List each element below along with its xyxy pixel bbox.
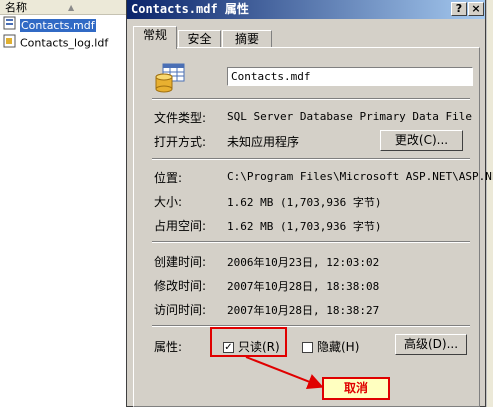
cancel-annotation-label: 取消 [322, 377, 390, 400]
tab-general[interactable]: 常规 [133, 26, 177, 49]
annotation-arrow-icon [245, 356, 324, 390]
